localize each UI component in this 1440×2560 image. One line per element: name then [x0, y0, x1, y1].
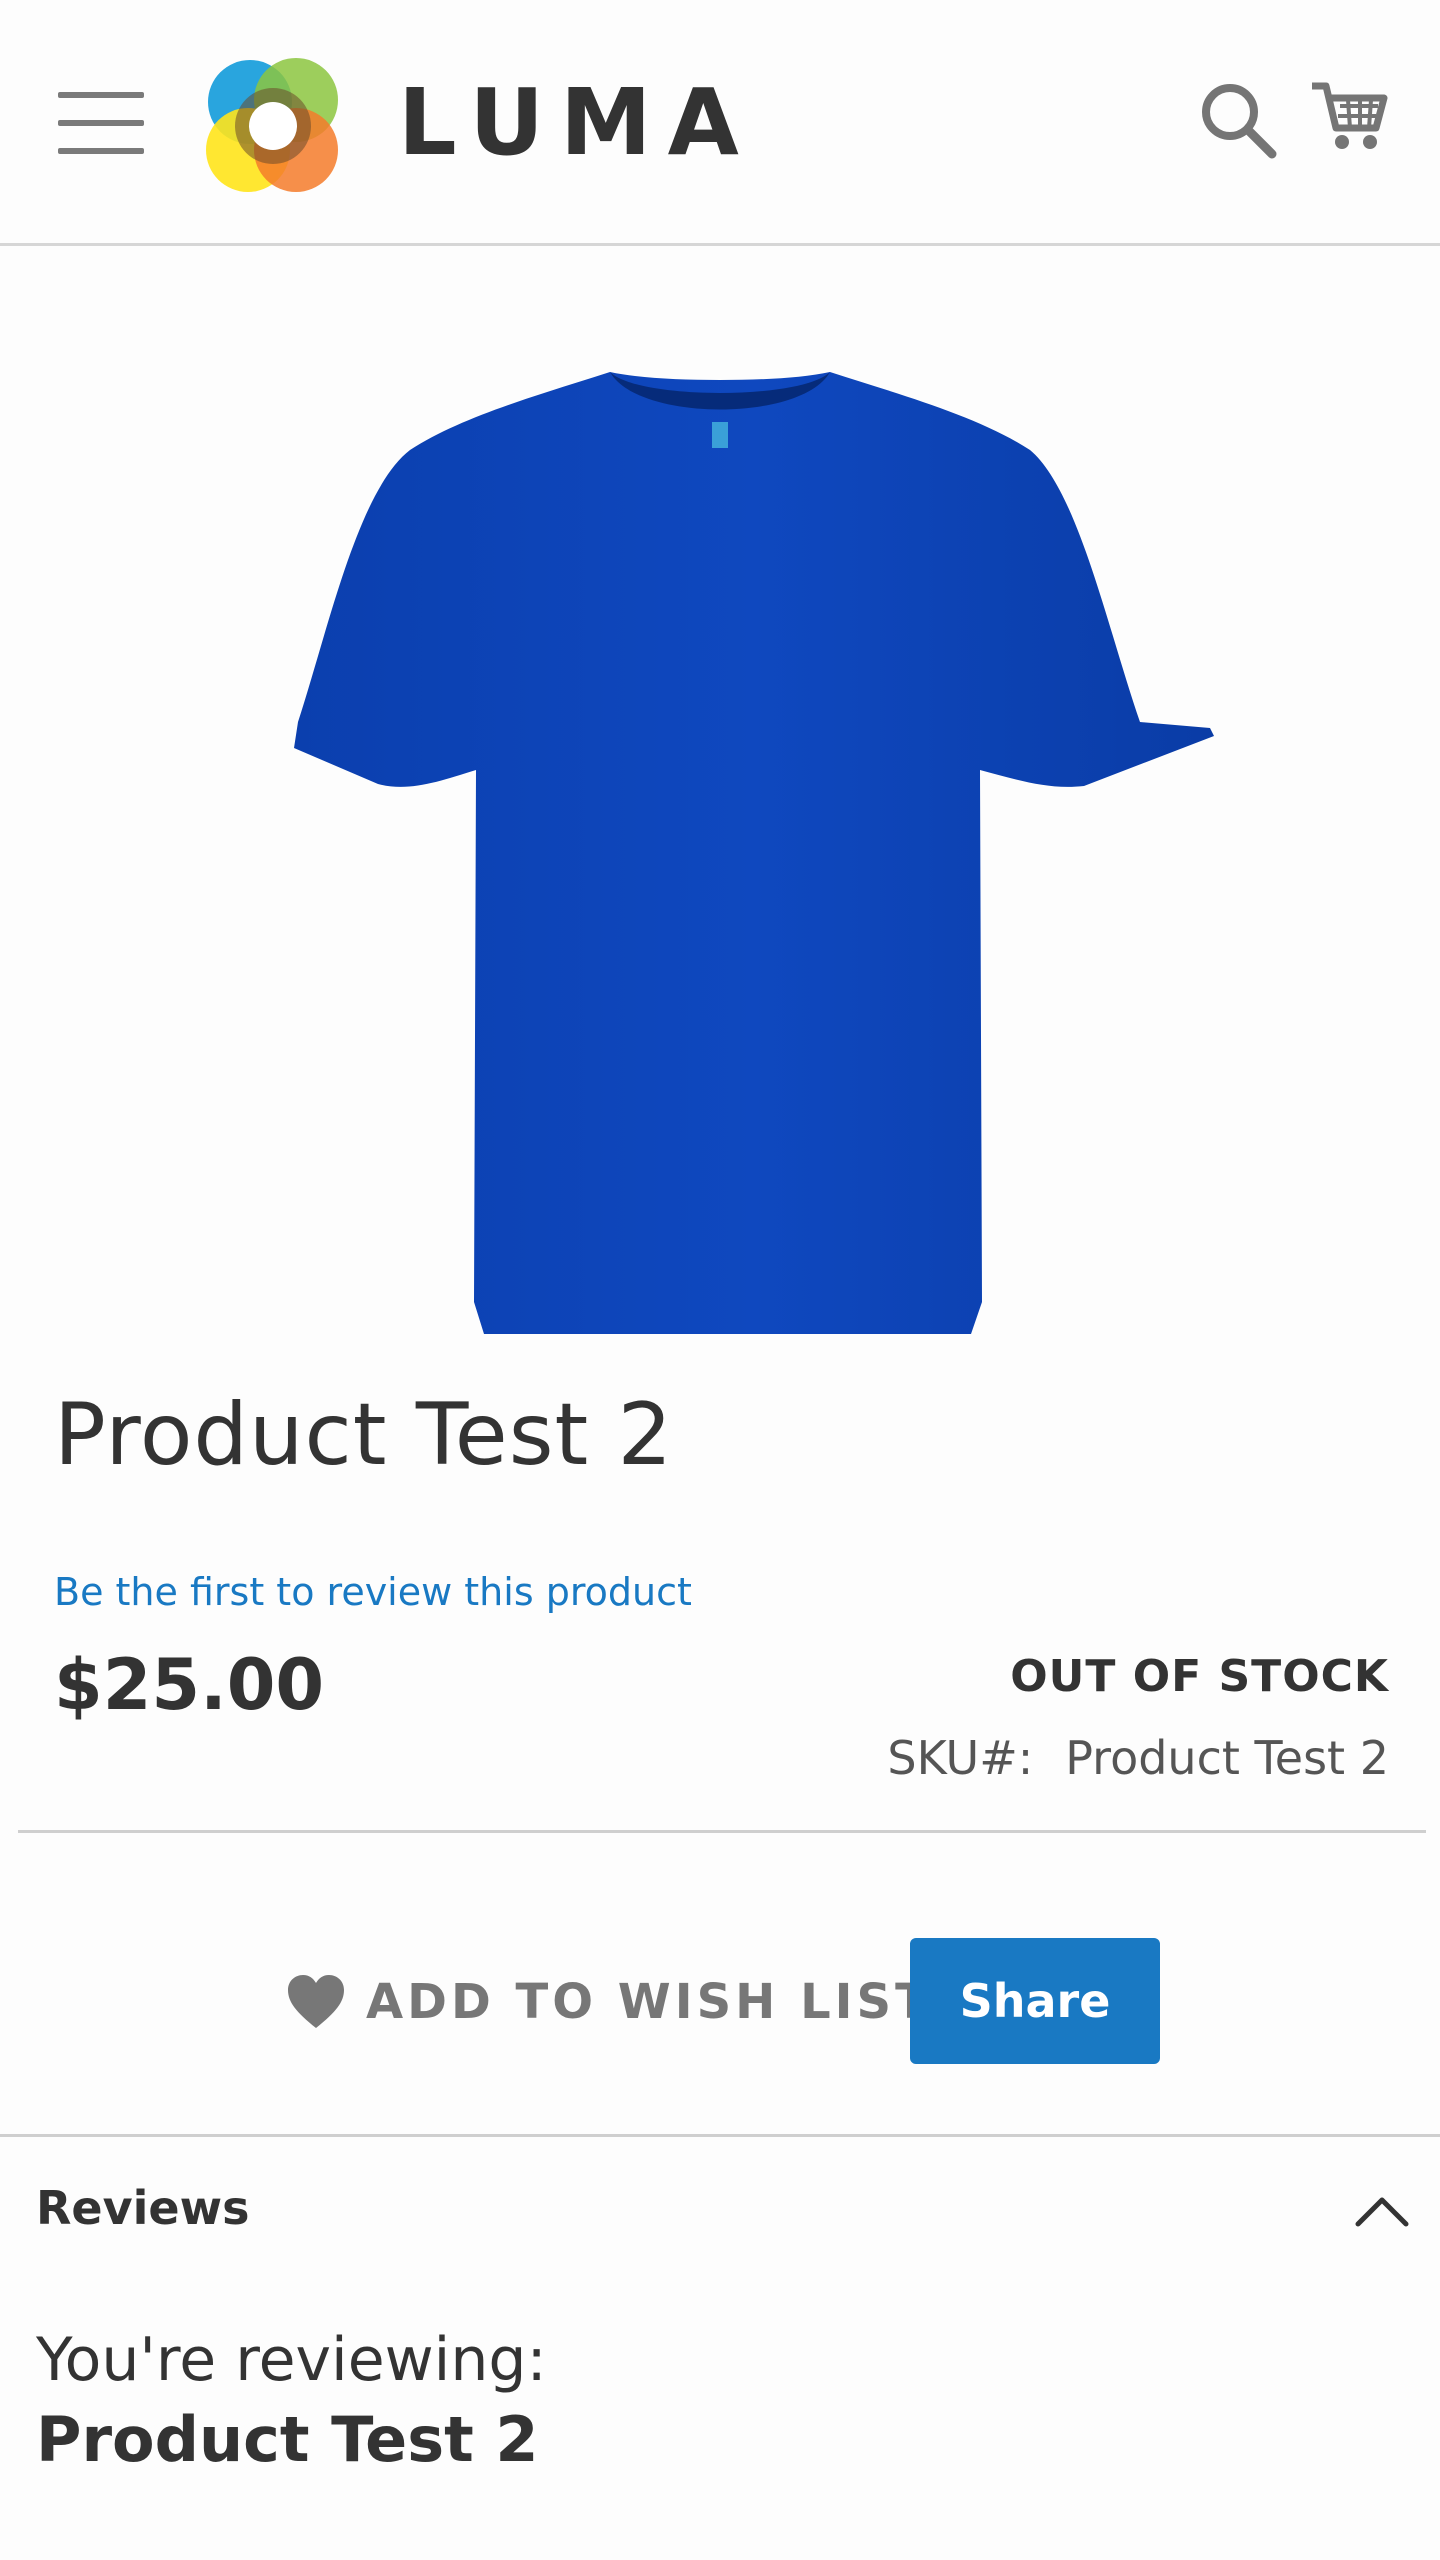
- reviews-tab-header[interactable]: Reviews: [0, 2140, 1440, 2280]
- sku-value: Product Test 2: [1065, 1731, 1389, 1785]
- search-icon[interactable]: [1198, 80, 1278, 160]
- product-price: $25.00: [54, 1644, 325, 1726]
- divider: [0, 2134, 1440, 2137]
- product-title: Product Test 2: [54, 1385, 674, 1485]
- reviewing-label: You're reviewing:: [36, 2325, 547, 2395]
- product-sku: SKU#: Product Test 2: [887, 1728, 1389, 1788]
- divider: [18, 1830, 1426, 1833]
- brand-name: LUMA: [398, 69, 755, 176]
- stock-status: OUT OF STOCK: [1010, 1651, 1389, 1702]
- heart-icon: [288, 1975, 344, 2028]
- site-header: LUMA: [0, 0, 1440, 246]
- wishlist-label: ADD TO WISH LIST: [366, 1974, 932, 2030]
- sku-label: SKU#:: [887, 1731, 1034, 1785]
- share-button[interactable]: Share: [910, 1938, 1160, 2064]
- shopping-cart-icon[interactable]: [1310, 76, 1390, 156]
- product-page: LUMA Product Test 2 Be the first to revi…: [0, 0, 1440, 2560]
- review-link[interactable]: Be the first to review this product: [54, 1566, 692, 1618]
- hamburger-menu-icon[interactable]: [58, 92, 144, 154]
- luma-logo-icon[interactable]: [194, 48, 350, 204]
- chevron-up-icon[interactable]: [1354, 2192, 1410, 2228]
- product-image[interactable]: [198, 330, 1242, 1390]
- reviews-title: Reviews: [36, 2181, 250, 2235]
- reviewing-product-name: Product Test 2: [36, 2403, 539, 2476]
- add-to-wishlist-button[interactable]: ADD TO WISH LIST: [286, 1966, 932, 2038]
